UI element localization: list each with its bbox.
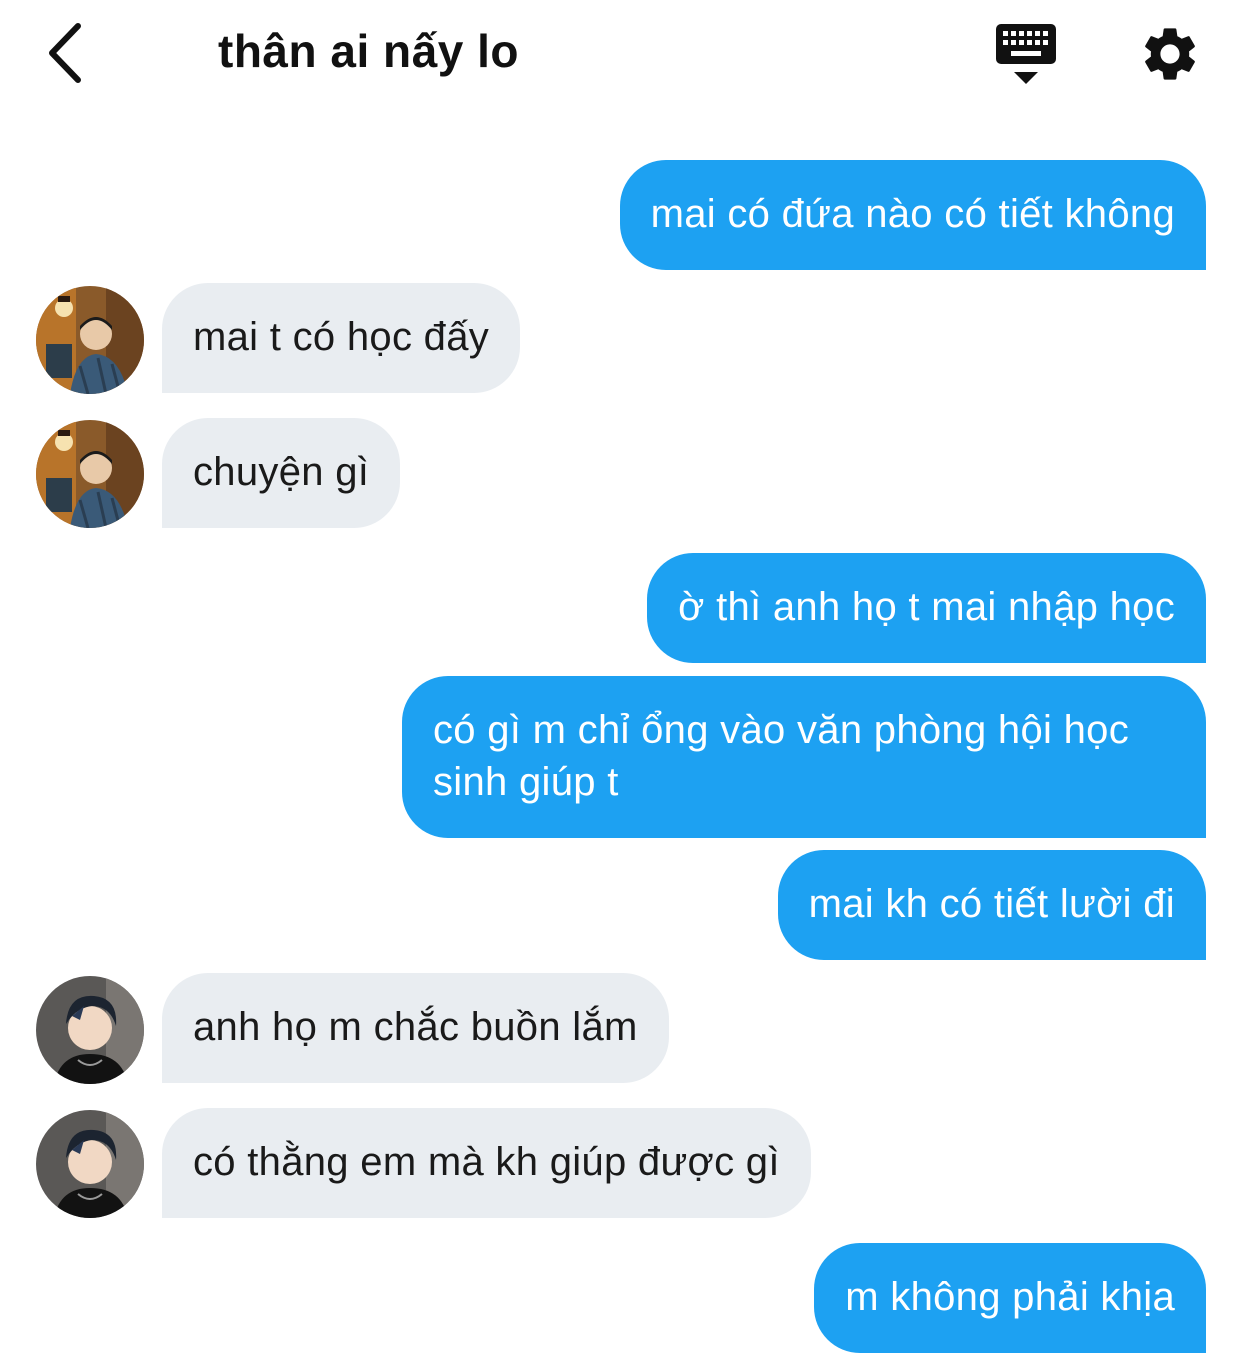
keyboard-toggle-button[interactable] xyxy=(992,22,1060,88)
message-bubble-incoming[interactable]: mai t có học đấy xyxy=(162,283,521,393)
avatar[interactable] xyxy=(36,286,144,394)
avatar[interactable] xyxy=(36,420,144,528)
message-bubble-outgoing[interactable]: mai kh có tiết lười đi xyxy=(777,850,1206,960)
message-bubble-outgoing[interactable]: ờ thì anh họ t mai nhập học xyxy=(647,553,1206,663)
message-bubble-outgoing[interactable]: có gì m chỉ ổng vào văn phòng hội học si… xyxy=(402,676,1206,838)
back-button[interactable] xyxy=(40,20,96,86)
avatar[interactable] xyxy=(36,1110,144,1218)
message-bubble-incoming[interactable]: anh họ m chắc buồn lắm xyxy=(162,973,669,1083)
chevron-left-icon xyxy=(49,23,81,83)
gear-icon xyxy=(1145,28,1195,80)
user-avatar-photo-2 xyxy=(36,976,144,1084)
user-avatar-photo-2 xyxy=(36,1110,144,1218)
chat-header: thân ai nấy lo xyxy=(0,0,1242,110)
chat-title: thân ai nấy lo xyxy=(218,25,519,77)
settings-button[interactable] xyxy=(1138,22,1202,86)
message-bubble-outgoing[interactable]: m không phải khịa xyxy=(814,1243,1206,1353)
keyboard-hide-icon xyxy=(996,24,1056,84)
user-avatar-photo-1 xyxy=(36,420,144,528)
user-avatar-photo-1 xyxy=(36,286,144,394)
avatar[interactable] xyxy=(36,976,144,1084)
message-bubble-incoming[interactable]: chuyện gì xyxy=(162,418,401,528)
message-bubble-outgoing[interactable]: mai có đứa nào có tiết không xyxy=(619,160,1206,270)
message-bubble-incoming[interactable]: có thằng em mà kh giúp được gì xyxy=(162,1108,811,1218)
